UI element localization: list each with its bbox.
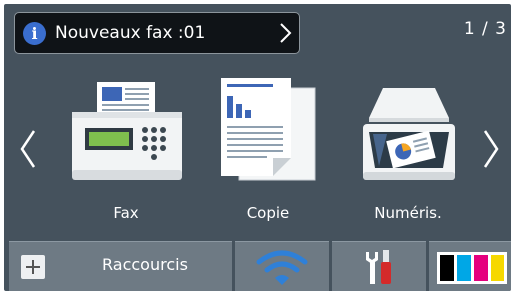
page-indicator: 1 / 3 [463, 19, 507, 39]
new-fax-notification[interactable]: i Nouveaux fax :01 [14, 12, 300, 54]
fax-button[interactable]: Fax [61, 74, 191, 224]
info-icon: i [23, 22, 46, 45]
ink-levels-icon [437, 252, 507, 284]
wifi-button[interactable] [235, 241, 329, 291]
fax-machine-icon [72, 82, 182, 180]
home-screen-panel: i Nouveaux fax :01 1 / 3 Fax Copie Numér… [4, 4, 511, 291]
shortcuts-label: Raccourcis [102, 255, 188, 274]
scan-label: Numéris. [374, 204, 442, 222]
notification-text: Nouveaux fax :01 [55, 23, 206, 43]
plus-icon [21, 255, 45, 279]
chevron-left-icon[interactable] [18, 127, 38, 171]
chevron-right-icon[interactable] [481, 127, 501, 171]
wifi-icon [256, 250, 308, 285]
ink-button[interactable] [429, 241, 511, 291]
scan-button[interactable]: Numéris. [343, 74, 473, 224]
tools-settings-icon [366, 250, 391, 284]
settings-button[interactable] [332, 241, 426, 291]
copy-label: Copie [246, 204, 290, 222]
touchscreen: i Nouveaux fax :01 1 / 3 Fax Copie Numér… [0, 0, 515, 293]
scanner-icon [363, 88, 455, 180]
chevron-right-icon [280, 23, 292, 43]
copy-documents-icon [221, 78, 316, 181]
shortcuts-button[interactable]: Raccourcis [9, 241, 232, 291]
fax-label: Fax [113, 204, 139, 222]
copy-button[interactable]: Copie [203, 74, 333, 224]
